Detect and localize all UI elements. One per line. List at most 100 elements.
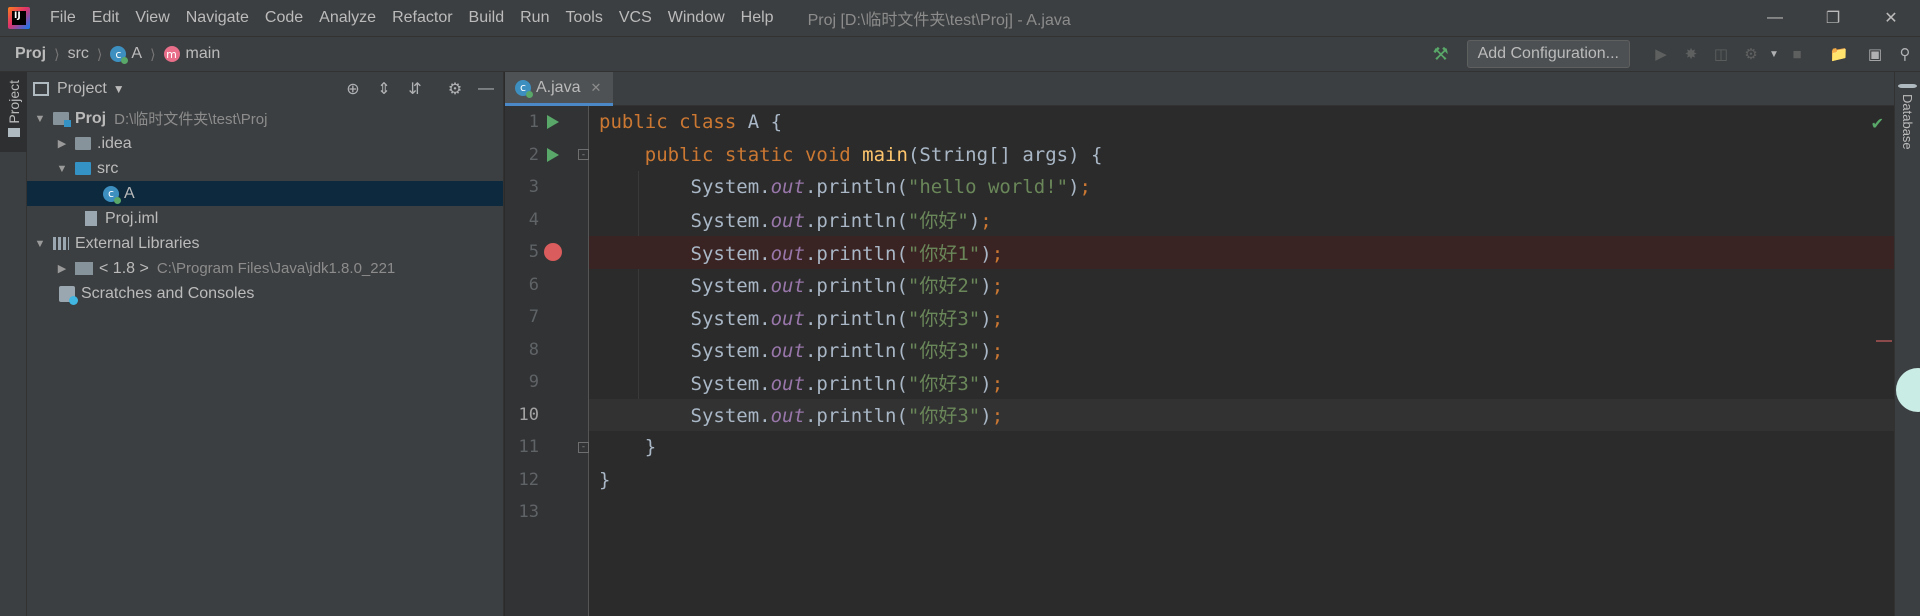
project-structure-icon[interactable]: 📁 [1826,41,1852,67]
tree-item-external-libraries[interactable]: ▼ External Libraries [27,231,503,256]
collapse-all-icon[interactable]: ⇵ [402,79,428,99]
source-folder-icon [75,162,91,175]
close-icon[interactable]: ✕ [590,80,601,96]
code-line[interactable]: 12 } [519,464,1894,497]
tree-path-proj: D:\临时文件夹\test\Proj [114,111,268,128]
line-number: 11 [518,437,539,458]
code-text: public class A { [599,111,783,134]
line-number: 8 [528,339,539,360]
floating-assistant-icon[interactable] [1896,368,1920,412]
stop-icon[interactable]: ■ [1784,41,1810,67]
chevron-down-icon[interactable]: ▼ [53,163,71,175]
tree-label-src: src [97,159,119,177]
chevron-down-icon[interactable]: ▼ [113,82,125,96]
tree-label-iml: Proj.iml [105,209,159,227]
line-number: 9 [528,372,539,393]
editor-tab-bar: c A.java ✕ [505,72,1894,106]
tree-item-class-a[interactable]: c A [27,181,503,206]
code-line[interactable]: 2 - public static void main(String[] arg… [529,139,1894,172]
dropdown-icon[interactable]: ▼ [1768,41,1780,67]
target-icon[interactable]: ⊕ [340,79,366,99]
debug-icon[interactable]: ✸ [1678,41,1704,67]
run-icon[interactable]: ▶ [1648,41,1674,67]
jdk-icon [75,262,93,275]
code-line[interactable]: 3 System.out.println("hello world!"); [529,171,1894,204]
class-icon: c [110,46,129,64]
tree-item-idea[interactable]: ▶ .idea [27,131,503,156]
database-tool-tab[interactable]: Database [1898,84,1917,150]
line-number: 6 [528,274,539,295]
code-line[interactable]: 4 System.out.println("你好"); [529,204,1894,237]
code-line-current[interactable]: 10 System.out.println("你好3"); [519,398,1894,431]
hide-icon[interactable]: — [473,80,499,98]
search-icon[interactable]: ⚲ [1892,41,1918,67]
menu-tools[interactable]: Tools [557,0,610,36]
breadcrumb-class[interactable]: A [131,45,142,63]
project-panel-title[interactable]: Project [57,80,107,98]
code-text: System.out.println("hello world!"); [690,176,1091,199]
tree-item-proj[interactable]: ▼ Proj D:\临时文件夹\test\Proj [27,106,503,131]
run-icon[interactable] [547,115,559,130]
code-line[interactable]: 8 System.out.println("你好3"); [529,334,1894,367]
code-area[interactable]: 1 public class A { 2 - public static voi… [519,106,1894,616]
tree-item-src[interactable]: ▼ src [27,156,503,181]
profile-icon[interactable]: ⚙ [1738,41,1764,67]
app-logo-icon: IJ [8,7,30,29]
menu-edit[interactable]: Edit [84,0,128,36]
add-configuration-button[interactable]: Add Configuration... [1466,40,1630,68]
project-panel-header: Project ▼ ⊕ ⇕ ⇵ ⚙ — [27,72,503,106]
menu-help[interactable]: Help [733,0,782,36]
project-tool-label: Project [5,80,22,124]
code-text: System.out.println("你好1"); [690,242,1004,265]
menu-refactor[interactable]: Refactor [384,0,460,36]
breakpoint-marker-stripe[interactable] [1876,340,1892,342]
hammer-icon[interactable]: ⚒ [1432,44,1448,65]
menu-window[interactable]: Window [660,0,733,36]
line-number: 4 [528,209,539,230]
code-line[interactable]: 7 System.out.println("你好3"); [529,301,1894,334]
chevron-down-icon[interactable]: ▼ [31,113,49,125]
fold-icon[interactable]: - [578,441,589,453]
breadcrumb-src[interactable]: src [68,45,89,63]
fold-icon[interactable]: - [578,149,589,161]
terminal-icon[interactable]: ▣ [1862,41,1888,67]
close-icon[interactable]: ✕ [1862,0,1920,36]
menu-code[interactable]: Code [257,0,311,36]
line-number: 7 [528,307,539,328]
restore-icon[interactable]: ❐ [1804,0,1862,36]
menu-vcs[interactable]: VCS [611,0,660,36]
tree-label-proj: Proj [75,109,107,127]
tree-item-scratches[interactable]: Scratches and Consoles [27,281,503,306]
menu-file[interactable]: File [42,0,84,36]
tree-label-scratches: Scratches and Consoles [81,284,255,302]
menu-build[interactable]: Build [461,0,513,36]
gear-icon[interactable]: ⚙ [442,79,468,99]
coverage-icon[interactable]: ◫ [1708,41,1734,67]
chevron-right-icon[interactable]: ▶ [53,137,71,150]
menu-run[interactable]: Run [512,0,557,36]
code-line[interactable]: 11 - } [519,431,1894,464]
chevron-right-icon[interactable]: ▶ [53,262,71,275]
run-toolbar: ⚒ Add Configuration... ▶ ✸ ◫ ⚙ ▼ ■ 📁 ▣ ⚲ [1432,37,1920,71]
check-icon[interactable]: ✔ [1871,114,1884,134]
minimize-icon[interactable]: — [1746,0,1804,36]
breadcrumb-method[interactable]: main [186,45,221,63]
code-line[interactable]: 9 System.out.println("你好3"); [529,366,1894,399]
menu-analyze[interactable]: Analyze [311,0,384,36]
tab-a-java[interactable]: c A.java ✕ [505,72,614,106]
run-icon[interactable] [547,147,559,162]
folder-icon [75,137,91,150]
code-line-breakpoint[interactable]: 5 System.out.println("你好1"); [529,236,1894,269]
tree-item-jdk[interactable]: ▶ < 1.8 > C:\Program Files\Java\jdk1.8.0… [27,256,503,281]
chevron-down-icon[interactable]: ▼ [31,238,49,250]
breadcrumb-project[interactable]: Proj [15,45,46,63]
project-tool-tab[interactable]: Project [0,72,27,152]
menu-view[interactable]: View [127,0,177,36]
expand-all-icon[interactable]: ⇕ [371,79,397,99]
menu-navigate[interactable]: Navigate [178,0,257,36]
code-line[interactable]: 13 [519,496,1894,529]
code-line[interactable]: 6 System.out.println("你好2"); [529,269,1894,302]
title-bar: IJ File Edit View Navigate Code Analyze … [0,0,1920,36]
code-line[interactable]: 1 public class A { [529,106,1894,139]
tree-item-iml[interactable]: Proj.iml [27,206,503,231]
